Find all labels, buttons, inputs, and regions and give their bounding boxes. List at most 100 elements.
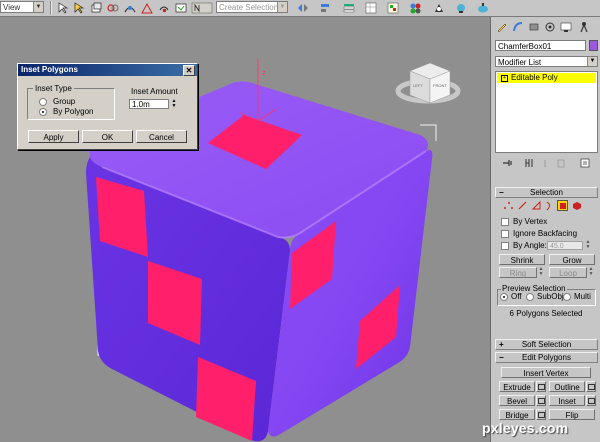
cancel-button[interactable]: Cancel — [136, 130, 187, 143]
bevel-settings-button[interactable] — [536, 395, 546, 406]
flip-button[interactable]: Flip — [549, 409, 595, 420]
soft-selection-rollout-header[interactable]: + Soft Selection — [495, 339, 598, 350]
select-link-icon[interactable] — [72, 1, 86, 14]
radio-button[interactable] — [563, 292, 571, 301]
by-vertex-checkbox[interactable]: By Vertex — [501, 217, 547, 226]
mirror-icon[interactable] — [296, 1, 310, 14]
inset-amount-spinner[interactable]: ▲ ▼ — [171, 99, 177, 109]
radio-button-selected[interactable] — [39, 107, 47, 116]
expand-icon[interactable]: + — [501, 75, 508, 82]
checkbox[interactable] — [501, 229, 509, 238]
chevron-down-icon: ▼ — [587, 57, 597, 66]
display-tab-icon[interactable] — [559, 20, 573, 34]
select-by-name-icon[interactable] — [89, 1, 103, 14]
rect-selection-icon[interactable] — [140, 1, 154, 14]
outline-button[interactable]: Outline — [549, 381, 585, 392]
pin-stack-icon[interactable] — [501, 157, 513, 171]
motion-tab-icon[interactable] — [543, 20, 557, 34]
select-move-icon[interactable] — [174, 1, 188, 14]
named-selection-set-input[interactable]: Create Selection Se ▼ — [216, 1, 288, 13]
polygon-mode-button[interactable] — [557, 200, 568, 211]
reference-coord-icon[interactable] — [190, 1, 214, 14]
apply-button[interactable]: Apply — [28, 130, 79, 143]
radio-label: By Polygon — [53, 107, 94, 116]
ok-button[interactable]: OK — [82, 130, 133, 143]
modify-tab-icon[interactable] — [511, 20, 525, 34]
by-angle-checkbox[interactable]: By Angle: — [501, 241, 547, 250]
hierarchy-tab-icon[interactable] — [527, 20, 541, 34]
edit-polygons-rollout-header[interactable]: − Edit Polygons — [495, 352, 598, 363]
inset-settings-button[interactable] — [586, 395, 596, 406]
extrude-button[interactable]: Extrude — [499, 381, 535, 392]
preview-off-option[interactable]: Off — [500, 292, 522, 301]
render-frame-icon[interactable] — [454, 1, 468, 14]
view-dropdown[interactable]: View ▼ — [0, 1, 44, 13]
radio-group-option[interactable]: Group — [39, 97, 75, 106]
object-color-swatch[interactable] — [589, 40, 598, 51]
radio-button-selected[interactable] — [500, 292, 508, 301]
stack-item-editable-poly[interactable]: + Editable Poly — [497, 73, 596, 83]
close-button[interactable]: ✕ — [183, 65, 195, 76]
inset-button[interactable]: Inset — [549, 395, 585, 406]
make-unique-icon[interactable] — [541, 157, 553, 171]
settings-icon — [537, 397, 545, 404]
modifier-list-dropdown[interactable]: Modifier List ▼ — [495, 56, 598, 67]
angle-input[interactable]: 45.0 — [547, 241, 583, 250]
vertex-mode-icon[interactable] — [503, 200, 514, 211]
modifier-list-label: Modifier List — [498, 58, 542, 67]
modifier-stack[interactable]: + Editable Poly — [495, 71, 598, 153]
selection-status-text: 6 Polygons Selected — [509, 309, 583, 318]
perspective-viewport[interactable]: z LEFT FRONT Inset Polygons ✕ Inset Type… — [0, 17, 490, 442]
layer-manager-icon[interactable] — [342, 1, 356, 14]
ring-button[interactable]: Ring — [499, 267, 537, 278]
show-end-result-icon[interactable] — [523, 157, 535, 171]
extrude-settings-button[interactable] — [536, 381, 546, 392]
angle-spinner[interactable]: ▲ ▼ — [585, 240, 591, 251]
remove-modifier-icon[interactable] — [555, 157, 567, 171]
shrink-button[interactable]: Shrink — [499, 254, 545, 265]
loop-spinner[interactable]: ▲ ▼ — [588, 267, 594, 278]
selection-rollout-header[interactable]: − Selection — [495, 187, 598, 198]
inset-amount-input[interactable]: 1.0m — [129, 99, 169, 109]
utilities-tab-icon[interactable] — [577, 20, 591, 34]
ring-spinner[interactable]: ▲ ▼ — [538, 267, 544, 278]
bevel-button[interactable]: Bevel — [499, 395, 535, 406]
dialog-title-bar[interactable]: Inset Polygons ✕ — [18, 64, 197, 76]
insert-vertex-button[interactable]: Insert Vertex — [501, 367, 591, 378]
preview-multi-option[interactable]: Multi — [563, 292, 591, 301]
create-tab-icon[interactable] — [495, 20, 509, 34]
loop-button[interactable]: Loop — [549, 267, 587, 278]
select-object-icon[interactable] — [56, 1, 70, 14]
outline-settings-button[interactable] — [586, 381, 596, 392]
ignore-backfacing-checkbox[interactable]: Ignore Backfacing — [501, 229, 577, 238]
checkbox[interactable] — [501, 217, 509, 226]
configure-sets-icon[interactable] — [579, 157, 591, 171]
settings-icon — [537, 383, 545, 390]
window-crossing-icon[interactable] — [157, 1, 171, 14]
viewcube[interactable]: LEFT FRONT — [395, 62, 461, 104]
radio-button[interactable] — [39, 97, 47, 106]
render-setup-icon[interactable] — [432, 1, 446, 14]
material-editor-icon[interactable] — [408, 1, 422, 14]
checkbox[interactable] — [501, 241, 509, 250]
stack-toolbar — [495, 157, 598, 169]
command-panel: ChamferBox01 Modifier List ▼ + Editable … — [490, 17, 600, 442]
schematic-view-icon[interactable] — [386, 1, 400, 14]
preview-subobj-option[interactable]: SubObj — [526, 292, 564, 301]
object-name-field[interactable]: ChamferBox01 — [495, 40, 586, 51]
edge-mode-icon[interactable] — [517, 200, 528, 211]
bridge-settings-button[interactable] — [536, 409, 546, 420]
curve-editor-icon[interactable] — [364, 1, 378, 14]
radio-by-polygon-option[interactable]: By Polygon — [39, 107, 93, 116]
element-mode-icon[interactable] — [571, 200, 582, 211]
radio-button[interactable] — [526, 292, 534, 301]
settings-icon — [587, 397, 595, 404]
unlink-icon[interactable] — [106, 1, 120, 14]
bridge-button[interactable]: Bridge — [499, 409, 535, 420]
align-icon[interactable] — [318, 1, 332, 14]
bind-spacewarp-icon[interactable] — [123, 1, 137, 14]
element-outline-icon[interactable] — [543, 200, 554, 211]
border-mode-icon[interactable] — [531, 200, 542, 211]
grow-button[interactable]: Grow — [549, 254, 595, 265]
quick-render-icon[interactable] — [476, 1, 490, 14]
